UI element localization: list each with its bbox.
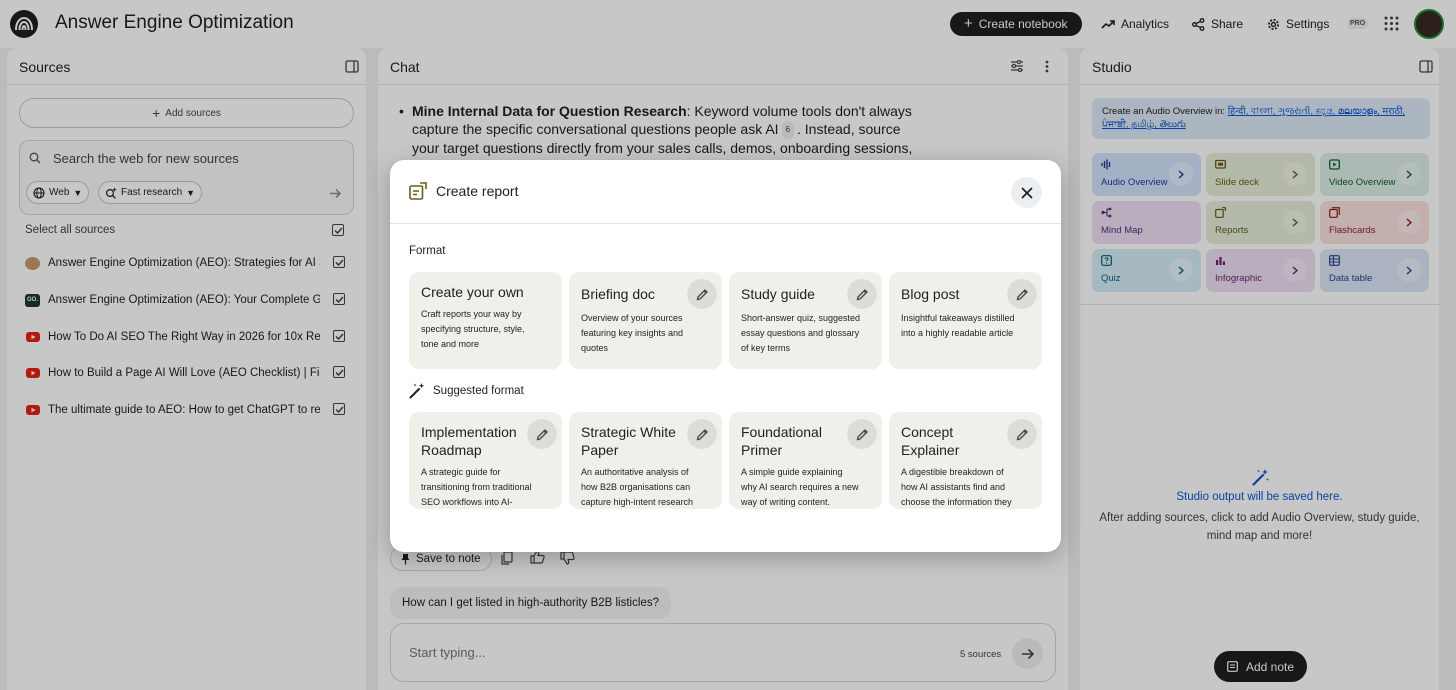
suggested-card-concept-explainer[interactable]: Concept Explainer A digestible breakdown…: [889, 412, 1042, 509]
suggested-section-label: Suggested format: [433, 385, 524, 397]
suggested-card-strategic-white-paper[interactable]: Strategic White Paper An authoritative a…: [569, 412, 722, 509]
format-card-blog-post[interactable]: Blog post Insightful takeaways distilled…: [889, 272, 1042, 369]
suggested-card-foundational-primer[interactable]: Foundational Primer A simple guide expla…: [729, 412, 882, 509]
format-card-briefing-doc[interactable]: Briefing doc Overview of your sources fe…: [569, 272, 722, 369]
edit-pencil-icon[interactable]: [847, 279, 877, 309]
format-card-create-your-own[interactable]: Create your own Craft reports your way b…: [409, 272, 562, 369]
format-section-label: Format: [409, 245, 446, 257]
edit-pencil-icon[interactable]: [687, 279, 717, 309]
card-title: Strategic White Paper: [581, 424, 676, 458]
card-description: A strategic guide for transitioning from…: [421, 467, 532, 507]
card-title: Implementation Roadmap: [421, 424, 517, 458]
edit-pencil-icon[interactable]: [687, 419, 717, 449]
card-description: Short-answer quiz, suggested essay quest…: [741, 313, 861, 353]
close-icon[interactable]: [1011, 177, 1042, 208]
report-icon: [409, 182, 427, 200]
create-report-dialog: Create report Format Create your own Cra…: [390, 160, 1061, 552]
card-title: Blog post: [901, 286, 960, 302]
card-title: Study guide: [741, 286, 815, 302]
card-description: Overview of your sources featuring key i…: [581, 313, 684, 353]
card-title: Foundational Primer: [741, 424, 822, 458]
dialog-title: Create report: [436, 183, 519, 199]
card-description: Insightful takeaways distilled into a hi…: [901, 313, 1015, 338]
edit-pencil-icon[interactable]: [847, 419, 877, 449]
edit-pencil-icon[interactable]: [527, 419, 557, 449]
edit-pencil-icon[interactable]: [1007, 419, 1037, 449]
card-title: Create your own: [421, 284, 524, 300]
card-title: Briefing doc: [581, 286, 655, 302]
card-title: Concept Explainer: [901, 424, 960, 458]
suggested-card-implementation-roadmap[interactable]: Implementation Roadmap A strategic guide…: [409, 412, 562, 509]
card-description: An authoritative analysis of how B2B org…: [581, 467, 694, 507]
edit-pencil-icon[interactable]: [1007, 279, 1037, 309]
magic-wand-icon: [409, 382, 426, 399]
card-description: Craft reports your way by specifying str…: [421, 309, 525, 349]
card-description: A digestible breakdown of how AI assista…: [901, 467, 1012, 507]
divider: [390, 223, 1061, 224]
card-description: A simple guide explaining why AI search …: [741, 467, 859, 507]
format-card-study-guide[interactable]: Study guide Short-answer quiz, suggested…: [729, 272, 882, 369]
